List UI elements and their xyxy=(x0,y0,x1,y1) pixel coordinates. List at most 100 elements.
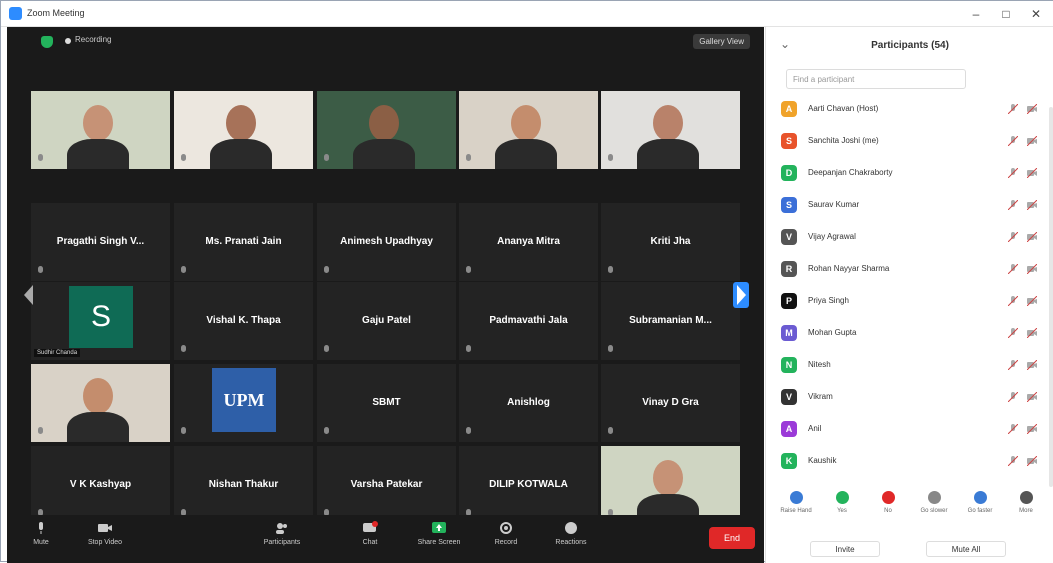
participant-tile[interactable]: Ms. Pranati Jain xyxy=(174,203,313,281)
reactions-icon xyxy=(565,522,577,534)
participant-tile[interactable] xyxy=(601,91,740,169)
reaction-icon xyxy=(1019,491,1033,504)
panel-scrollbar[interactable] xyxy=(1049,107,1053,487)
share-screen-label: Share Screen xyxy=(417,539,461,546)
mute-all-button[interactable]: Mute All xyxy=(926,541,1006,557)
stop-video-button[interactable]: Stop Video xyxy=(85,521,125,546)
reaction-button[interactable]: Raise Hand xyxy=(776,491,816,514)
participant-tile[interactable]: DILIP KOTWALA xyxy=(459,446,598,524)
muted-mic-icon xyxy=(179,345,188,355)
participant-tile[interactable]: Padmavathi Jala xyxy=(459,282,598,360)
participant-name: DILIP KOTWALA xyxy=(489,479,568,490)
participant-avatar: R xyxy=(781,261,797,277)
participant-tile[interactable] xyxy=(601,446,740,524)
muted-mic-icon xyxy=(464,345,473,355)
participant-tile[interactable] xyxy=(459,91,598,169)
window-title: Zoom Meeting xyxy=(27,8,85,18)
participant-row[interactable]: R Rohan Nayyar Sharma xyxy=(778,255,1048,283)
muted-mic-icon xyxy=(322,427,331,437)
muted-mic-icon xyxy=(179,427,188,437)
participant-tile[interactable]: UPM xyxy=(174,364,313,442)
next-page-arrow-icon[interactable] xyxy=(733,282,749,308)
chat-label: Chat xyxy=(362,539,378,546)
reaction-label: No xyxy=(884,508,892,514)
participant-name: Animesh Upadhyay xyxy=(340,236,433,247)
video-status-icon xyxy=(1026,455,1038,467)
mic-status-icon xyxy=(1007,135,1019,147)
participant-tile[interactable]: Gaju Patel xyxy=(317,282,456,360)
reaction-button[interactable]: No xyxy=(868,491,908,514)
participant-tile[interactable]: V K Kashyap xyxy=(31,446,170,524)
participant-tile[interactable]: Nishan Thakur xyxy=(174,446,313,524)
participant-row[interactable]: V Vijay Agrawal xyxy=(778,223,1048,251)
participant-name: Kriti Jha xyxy=(650,236,691,247)
participant-tile[interactable]: Vishal K. Thapa xyxy=(174,282,313,360)
prev-page-arrow-icon[interactable] xyxy=(21,282,37,308)
participant-row[interactable]: P Priya Singh xyxy=(778,287,1048,315)
participant-tile[interactable]: Subramanian M... xyxy=(601,282,740,360)
muted-mic-icon xyxy=(36,154,45,164)
participant-search-input[interactable]: Find a participant xyxy=(786,69,966,89)
participant-row[interactable]: S Sanchita Joshi (me) xyxy=(778,127,1048,155)
maximize-button[interactable]: □ xyxy=(997,5,1015,23)
participant-name: Gaju Patel xyxy=(362,315,411,326)
mute-label: Mute xyxy=(33,539,49,546)
nonverbal-reactions-bar: Raise Hand Yes No Go slower Go faster More xyxy=(766,489,1053,525)
invite-button[interactable]: Invite xyxy=(810,541,880,557)
participant-row-name: Mohan Gupta xyxy=(808,328,857,337)
participant-row[interactable]: A Aarti Chavan (Host) xyxy=(778,95,1048,123)
close-button[interactable]: ✕ xyxy=(1027,5,1045,23)
reaction-button[interactable]: Go faster xyxy=(960,491,1000,514)
video-status-icon xyxy=(1026,359,1038,371)
participant-tile[interactable] xyxy=(317,91,456,169)
participant-tile[interactable]: Ananya Mitra xyxy=(459,203,598,281)
participant-avatar: S xyxy=(781,133,797,149)
reaction-icon xyxy=(789,491,803,504)
mic-status-icon xyxy=(1007,391,1019,403)
end-meeting-button[interactable]: End xyxy=(709,527,755,549)
participant-row[interactable]: N Nitesh xyxy=(778,351,1048,379)
minimize-button[interactable]: – xyxy=(967,5,985,23)
profile-picture: S xyxy=(69,286,133,348)
security-shield-icon[interactable] xyxy=(41,36,53,48)
participant-tile[interactable]: Animesh Upadhyay xyxy=(317,203,456,281)
participant-name: Ananya Mitra xyxy=(497,236,560,247)
participant-tile[interactable]: S Sudhir Chanda xyxy=(31,282,170,360)
participant-row-name: Nitesh xyxy=(808,360,831,369)
participant-tile[interactable] xyxy=(174,91,313,169)
reaction-button[interactable]: Yes xyxy=(822,491,862,514)
participant-caption: Sudhir Chanda xyxy=(34,349,81,357)
share-screen-button[interactable]: Share Screen xyxy=(409,521,469,546)
participant-tile[interactable]: SBMT xyxy=(317,364,456,442)
participant-row[interactable]: M Mohan Gupta xyxy=(778,319,1048,347)
reactions-button[interactable]: Reactions xyxy=(547,521,595,546)
participant-row[interactable]: S Saurav Kumar xyxy=(778,191,1048,219)
participant-tile[interactable]: Vinay D Gra xyxy=(601,364,740,442)
mute-button[interactable]: Mute xyxy=(29,521,53,546)
participant-tile[interactable] xyxy=(31,364,170,442)
view-toggle-button[interactable]: Gallery View xyxy=(693,34,750,49)
participant-tile[interactable]: Pragathi Singh V... xyxy=(31,203,170,281)
video-status-icon xyxy=(1026,231,1038,243)
participants-button[interactable]: Participants xyxy=(259,521,305,546)
participant-tile[interactable]: Kriti Jha xyxy=(601,203,740,281)
muted-mic-icon xyxy=(322,266,331,276)
participant-row[interactable]: K Kaushik xyxy=(778,447,1048,475)
muted-mic-icon xyxy=(322,154,331,164)
participant-tile[interactable]: Anishlog xyxy=(459,364,598,442)
participant-tile[interactable]: Varsha Patekar xyxy=(317,446,456,524)
reaction-button[interactable]: Go slower xyxy=(914,491,954,514)
participant-row[interactable]: D Deepanjan Chakraborty xyxy=(778,159,1048,187)
participant-avatar: V xyxy=(781,229,797,245)
participant-row[interactable]: V Vikram xyxy=(778,383,1048,411)
participant-avatar: S xyxy=(781,197,797,213)
participant-name: Subramanian M... xyxy=(629,315,712,326)
participant-tile[interactable] xyxy=(31,91,170,169)
video-status-icon xyxy=(1026,199,1038,211)
reaction-icon xyxy=(881,491,895,504)
reaction-button[interactable]: More xyxy=(1006,491,1046,514)
participant-row[interactable]: A Anil xyxy=(778,415,1048,443)
record-button[interactable]: Record xyxy=(491,521,521,546)
chat-button[interactable]: Chat xyxy=(355,521,385,546)
mic-status-icon xyxy=(1007,263,1019,275)
